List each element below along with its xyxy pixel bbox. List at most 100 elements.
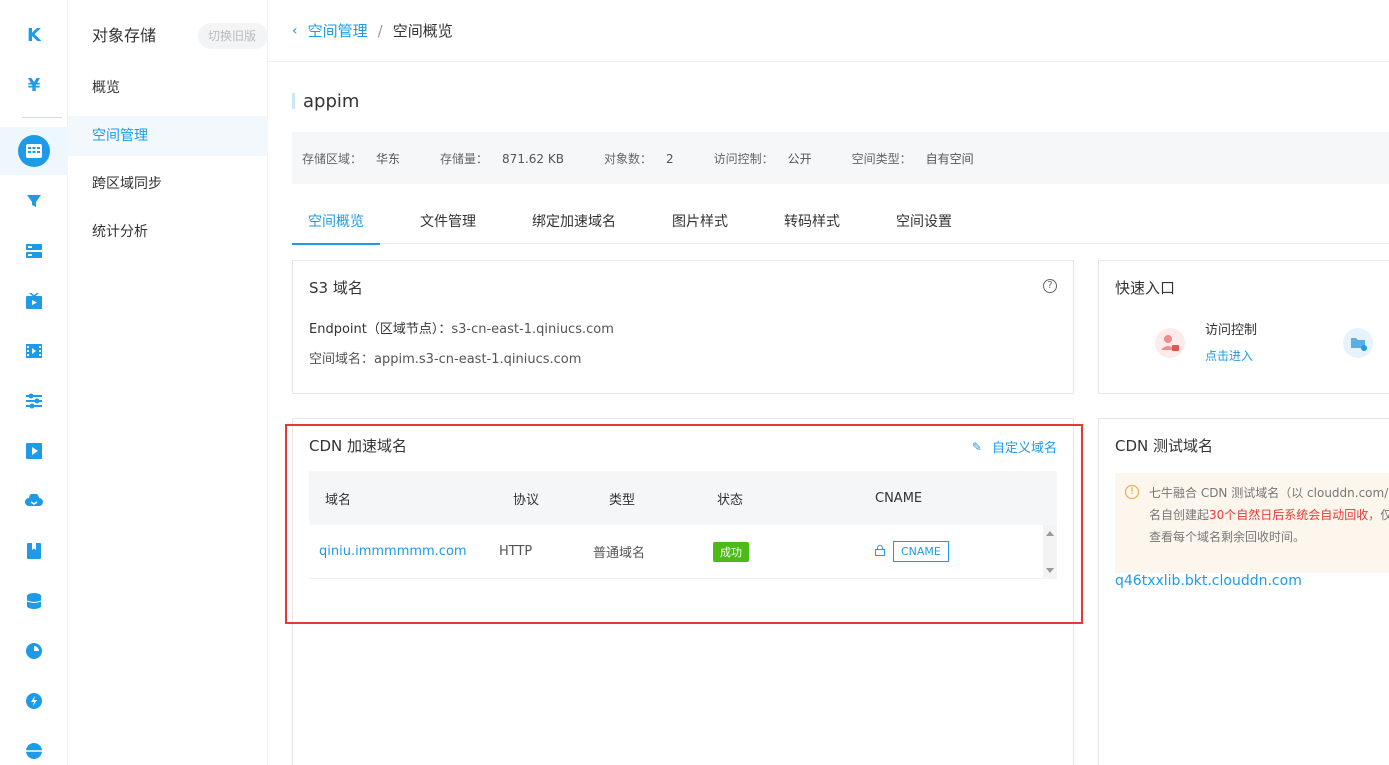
column-header-status: 状态	[717, 492, 744, 508]
info-object-count: 对象数： 2	[604, 150, 674, 167]
custom-domain-button[interactable]: ✎ 自定义域名	[971, 437, 1057, 457]
info-value: 自有空间	[925, 151, 974, 166]
icon-rail: K ¥	[0, 0, 68, 765]
edit-pencil-icon: ✎	[971, 439, 982, 454]
row-protocol: HTTP	[499, 544, 533, 559]
info-value: 华东	[376, 151, 401, 166]
pie-icon[interactable]	[0, 631, 68, 671]
info-value: 2	[665, 151, 674, 166]
power-icon[interactable]	[0, 681, 68, 721]
s3-endpoint-line: Endpoint（区域节点）：s3-cn-east-1.qiniucs.com	[309, 318, 614, 337]
table-row: qiniu.immmmmm.com HTTP 普通域名 成功 CNAME	[309, 525, 1057, 579]
tab-file-management[interactable]: 文件管理	[404, 200, 492, 244]
product-title: 对象存储	[92, 26, 157, 45]
cname-button[interactable]: CNAME	[893, 541, 949, 562]
server-icon[interactable]	[0, 231, 68, 271]
tab-bind-domain[interactable]: 绑定加速域名	[516, 200, 632, 244]
row-type: 普通域名	[593, 546, 646, 561]
user-lock-icon	[1155, 328, 1185, 358]
yuan-icon[interactable]: ¥	[0, 65, 68, 105]
info-key: 存储量：	[440, 151, 489, 166]
notice-text: ，仅	[1368, 508, 1389, 522]
subnav-item-overview[interactable]: 概览	[68, 68, 268, 108]
s3-domain-card: S3 域名 ? Endpoint（区域节点）：s3-cn-east-1.qini…	[292, 260, 1074, 394]
quick-entry-card: 快速入口 访问控制 点击进入	[1098, 260, 1389, 394]
cdn-test-card-title: CDN 测试域名	[1115, 437, 1214, 455]
bucket-title-bar	[292, 93, 295, 109]
info-region: 存储区域： 华东	[302, 150, 400, 167]
cloud-icon[interactable]	[0, 481, 68, 521]
bucket-domain-value: appim.s3-cn-east-1.qiniucs.com	[374, 352, 582, 367]
cdn-card-title: CDN 加速域名	[309, 437, 408, 455]
subnav-item-statistics[interactable]: 统计分析	[68, 212, 268, 252]
cdn-domain-card: CDN 加速域名 ✎ 自定义域名 域名 协议 类型 状态 CNAME qiniu…	[292, 418, 1074, 765]
info-value: 871.62 KB	[502, 151, 564, 166]
help-icon[interactable]: ?	[1043, 279, 1057, 293]
scroll-up-arrow-icon[interactable]	[1046, 531, 1054, 536]
s3-card-title: S3 域名	[309, 279, 363, 297]
endpoint-value: s3-cn-east-1.qiniucs.com	[451, 322, 614, 337]
filter-icon[interactable]	[0, 181, 68, 221]
endpoint-label: Endpoint（区域节点）：	[309, 322, 452, 337]
table-scrollbar[interactable]	[1043, 525, 1057, 579]
tab-image-style[interactable]: 图片样式	[656, 200, 744, 244]
logo-text: K	[27, 24, 41, 46]
cdn-domain-table: 域名 协议 类型 状态 CNAME qiniu.immmmmm.com HTTP…	[309, 471, 1057, 579]
tab-overview[interactable]: 空间概览	[292, 200, 380, 245]
column-header-type: 类型	[609, 492, 636, 508]
info-key: 存储区域：	[302, 151, 363, 166]
back-chevron-icon[interactable]: ‹	[292, 23, 298, 39]
tv-icon[interactable]	[0, 281, 68, 321]
grid-icon[interactable]	[0, 131, 68, 171]
warning-icon: !	[1125, 485, 1139, 499]
cdn-domain-link[interactable]: qiniu.immmmmm.com	[309, 544, 467, 559]
breadcrumb-separator: /	[377, 21, 383, 40]
info-value: 公开	[787, 151, 812, 166]
scroll-down-arrow-icon[interactable]	[1046, 568, 1054, 573]
breadcrumb: ‹ 空间管理 / 空间概览	[268, 0, 1389, 62]
tab-bucket-settings[interactable]: 空间设置	[880, 200, 968, 244]
lock-icon	[875, 544, 885, 559]
sub-navigation: 对象存储 切换旧版 概览 空间管理 跨区域同步 统计分析	[68, 0, 268, 765]
breadcrumb-parent-link[interactable]: 空间管理	[308, 20, 368, 41]
notice-text: 名自创建起	[1149, 508, 1210, 522]
bucket-header: appim	[292, 90, 359, 112]
cdn-test-domain-card: CDN 测试域名 ! 七牛融合 CDN 测试域名（以 clouddn.com/q…	[1098, 418, 1389, 765]
bucket-info-bar: 存储区域： 华东 存储量： 871.62 KB 对象数： 2 访问控制： 公开 空间类型…	[292, 132, 1389, 184]
yuan-text: ¥	[27, 74, 41, 96]
subnav-item-cross-region-sync[interactable]: 跨区域同步	[68, 164, 268, 204]
status-badge: 成功	[713, 541, 749, 562]
info-key: 空间类型：	[851, 151, 912, 166]
breadcrumb-current: 空间概览	[392, 22, 453, 40]
database-icon[interactable]	[0, 581, 68, 621]
sliders-icon[interactable]	[0, 381, 68, 421]
info-key: 访问控制：	[713, 151, 774, 166]
s3-bucket-domain-line: 空间域名：appim.s3-cn-east-1.qiniucs.com	[309, 348, 581, 367]
column-header-protocol: 协议	[513, 492, 540, 508]
book-icon[interactable]	[0, 531, 68, 571]
bucket-tabs: 空间概览 文件管理 绑定加速域名 图片样式 转码样式 空间设置	[292, 200, 1389, 245]
quick-card-title: 快速入口	[1115, 279, 1176, 297]
info-key: 对象数：	[603, 151, 652, 166]
tab-transcode-style[interactable]: 转码样式	[768, 200, 856, 244]
rail-divider	[22, 117, 62, 118]
info-bucket-type: 空间类型： 自有空间	[852, 150, 974, 167]
play-icon[interactable]	[0, 431, 68, 471]
subnav-item-bucket-management[interactable]: 空间管理	[68, 116, 268, 156]
table-header: 域名 协议 类型 状态 CNAME	[309, 471, 1057, 525]
film-icon[interactable]	[0, 331, 68, 371]
info-storage: 存储量： 871.62 KB	[440, 150, 564, 167]
quick-enter-link[interactable]: 点击进入	[1205, 347, 1253, 364]
logo-icon[interactable]: K	[0, 15, 68, 55]
quick-access-control-label: 访问控制	[1205, 323, 1258, 338]
main-content: ‹ 空间管理 / 空间概览 appim 存储区域： 华东 存储量： 871.62 K…	[268, 0, 1389, 765]
bucket-domain-label: 空间域名：	[309, 352, 375, 367]
cdn-test-domain-link[interactable]: q46txxlib.bkt.clouddn.com	[1115, 573, 1302, 589]
switch-old-version-button[interactable]: 切换旧版	[198, 23, 268, 49]
globe-icon[interactable]	[0, 731, 68, 765]
notice-highlight-text: 30个自然日后系统会自动回收	[1209, 508, 1369, 522]
notice-line-1: 七牛融合 CDN 测试域名（以 clouddn.com/qi	[1149, 486, 1389, 500]
folder-icon[interactable]	[1343, 328, 1373, 358]
info-access-control: 访问控制： 公开	[714, 150, 812, 167]
bucket-name: appim	[303, 90, 360, 112]
